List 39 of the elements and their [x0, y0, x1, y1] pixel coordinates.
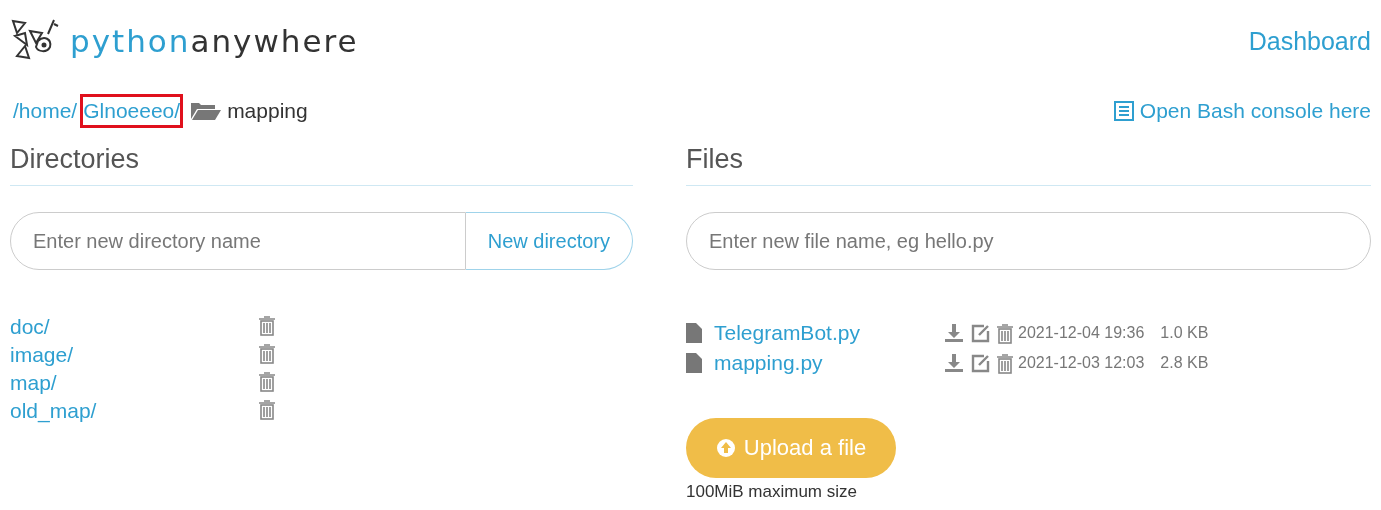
breadcrumb-link[interactable]: Glnoeeeo/ [80, 94, 184, 128]
trash-icon[interactable] [996, 322, 1014, 344]
edit-icon[interactable] [970, 323, 990, 343]
directory-link[interactable]: old_map/ [10, 398, 258, 424]
edit-icon[interactable] [970, 353, 990, 373]
new-directory-button[interactable]: New directory [465, 212, 633, 270]
upload-button[interactable]: Upload a file [686, 418, 896, 478]
directory-link[interactable]: doc/ [10, 314, 258, 340]
download-icon[interactable] [944, 353, 964, 373]
trash-icon[interactable] [996, 352, 1014, 374]
upload-icon [715, 438, 736, 458]
directories-heading: Directories [10, 144, 633, 186]
trash-icon[interactable] [258, 342, 276, 364]
modified-date: 2021-12-03 12:03 [1018, 354, 1145, 371]
directory-name-field[interactable]: Enter new directory name [10, 212, 466, 270]
list-icon [1113, 101, 1134, 121]
trash-icon[interactable] [258, 398, 276, 420]
trash-icon[interactable] [258, 314, 276, 336]
file-icon [686, 353, 702, 373]
files-heading: Files [686, 144, 1371, 186]
file-name-field[interactable]: Enter new file name, eg hello.py [686, 212, 1371, 270]
file-link[interactable]: TelegramBot.py [714, 320, 860, 346]
file-size: 1.0 KB [1160, 324, 1209, 341]
file-icon [686, 323, 702, 343]
upload-size-note: 100MiB maximum size [686, 482, 858, 502]
directory-link[interactable]: image/ [10, 342, 258, 368]
bash-console-link[interactable]: Open Bash console here [1113, 99, 1371, 123]
directory-link[interactable]: map/ [10, 370, 258, 396]
current-folder: mapping [227, 99, 308, 123]
download-icon[interactable] [944, 323, 964, 343]
trash-icon[interactable] [258, 370, 276, 392]
logo-text: python [70, 23, 191, 59]
modified-date: 2021-12-04 19:36 [1018, 324, 1145, 341]
logo-text: anywhere [190, 23, 359, 59]
file-link[interactable]: mapping.py [714, 350, 823, 376]
file-size: 2.8 KB [1160, 354, 1209, 371]
dashboard-link[interactable]: Dashboard [1248, 26, 1371, 56]
folder-icon [191, 101, 222, 121]
breadcrumb-link[interactable]: /home/ [10, 94, 81, 128]
